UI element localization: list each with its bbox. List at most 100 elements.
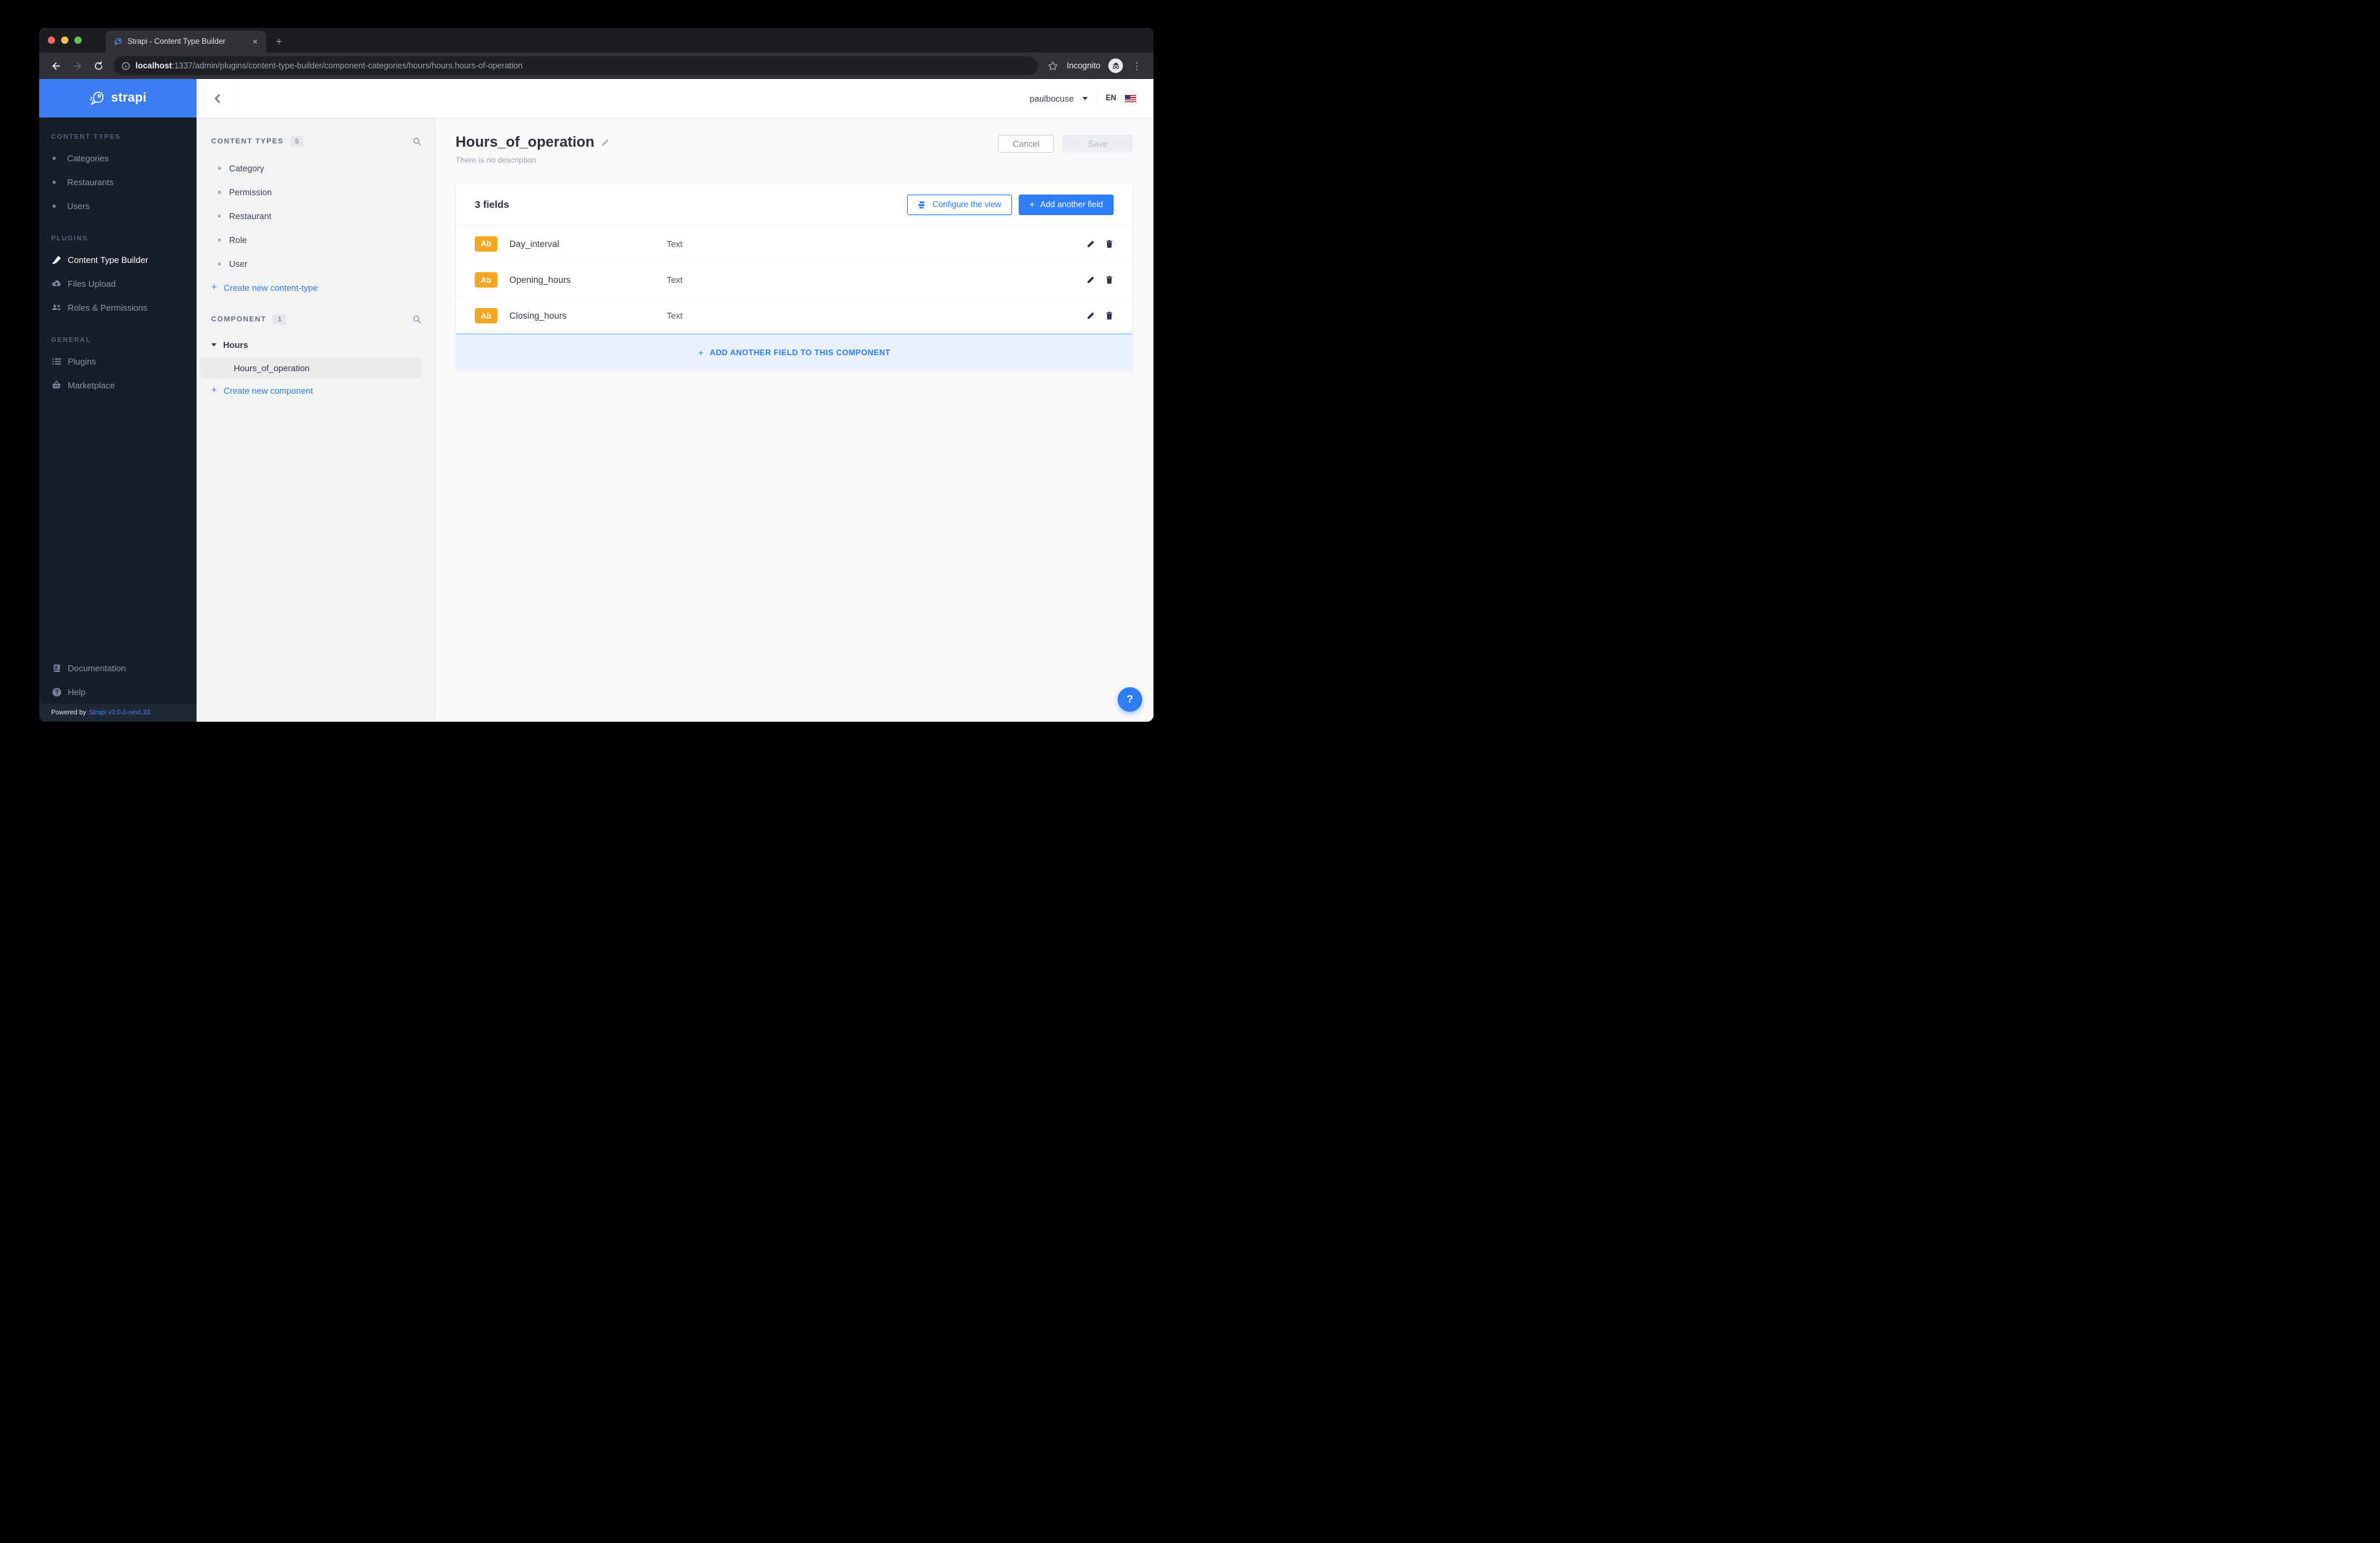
edit-pencil-icon[interactable] <box>1086 276 1095 284</box>
page-description: There is no description <box>456 155 537 165</box>
browser-tab[interactable]: Strapi - Content Type Builder × <box>106 31 266 52</box>
component-header: COMPONENT 1 <box>197 314 435 325</box>
builder-sidebar: CONTENT TYPES 5 Category Permission Rest… <box>197 118 436 722</box>
component-item-hours-of-operation[interactable]: Hours_of_operation <box>201 358 422 378</box>
tab-title: Strapi - Content Type Builder <box>128 37 226 46</box>
url-host: localhost <box>135 61 172 70</box>
content-type-role[interactable]: Role <box>197 228 435 252</box>
help-fab-button[interactable]: ? <box>1118 687 1142 712</box>
row-actions <box>1086 240 1114 248</box>
users-icon <box>51 302 62 313</box>
page-title: Hours_of_operation <box>456 133 595 150</box>
app-back-button[interactable] <box>197 79 239 118</box>
bullet-icon <box>218 190 221 194</box>
forward-icon[interactable] <box>68 57 86 74</box>
search-icon[interactable] <box>412 137 422 146</box>
bookmark-star-icon[interactable] <box>1047 60 1059 72</box>
question-circle-icon <box>51 687 62 697</box>
content-type-permission[interactable]: Permission <box>197 180 435 204</box>
locale-switcher[interactable]: EN <box>1106 94 1116 102</box>
sidebar-item-roles-permissions[interactable]: Roles & Permissions <box>39 295 197 319</box>
content-type-user[interactable]: User <box>197 252 435 276</box>
delete-trash-icon[interactable] <box>1105 276 1114 284</box>
us-flag-icon[interactable] <box>1125 94 1136 102</box>
toolbar-right: Incognito ⋮ <box>1047 58 1146 73</box>
field-row-day-interval[interactable]: Ab Day_interval Text <box>456 226 1132 262</box>
url-text: localhost:1337/admin/plugins/content-typ… <box>135 61 523 70</box>
browser-toolbar: localhost:1337/admin/plugins/content-typ… <box>39 52 1153 79</box>
page-actions: Cancel Save <box>997 135 1133 153</box>
field-row-opening-hours[interactable]: Ab Opening_hours Text <box>456 262 1132 297</box>
bullet-icon <box>218 214 221 218</box>
fields-card-actions: Configure the view + Add another field <box>907 194 1114 215</box>
configure-view-button[interactable]: Configure the view <box>907 194 1012 215</box>
site-info-icon[interactable] <box>122 62 130 70</box>
incognito-label: Incognito <box>1066 61 1100 70</box>
reload-icon[interactable] <box>90 57 107 74</box>
fields-card: 3 fields Configure the view + Add anothe… <box>456 183 1133 370</box>
tab-close-icon[interactable]: × <box>250 36 260 47</box>
browser-window: Strapi - Content Type Builder × + localh… <box>39 28 1153 722</box>
back-icon[interactable] <box>47 57 64 74</box>
section-content-types: CONTENT TYPES <box>51 133 121 141</box>
save-button[interactable]: Save <box>1062 135 1133 153</box>
sidebar-item-restaurants[interactable]: Restaurants <box>39 170 197 194</box>
edit-title-pencil-icon[interactable] <box>601 138 610 147</box>
text-type-badge: Ab <box>475 272 497 287</box>
sidebar-item-help[interactable]: Help <box>39 680 197 704</box>
component-group-hours[interactable]: Hours <box>197 333 435 357</box>
bullet-icon <box>52 204 56 208</box>
layout-bars-icon <box>918 201 926 209</box>
sidebar-item-users[interactable]: Users <box>39 194 197 218</box>
content-type-restaurant[interactable]: Restaurant <box>197 204 435 228</box>
sidebar-item-documentation[interactable]: Documentation <box>39 656 197 680</box>
sidebar-item-marketplace[interactable]: Marketplace <box>39 373 197 397</box>
add-another-field-button[interactable]: + Add another field <box>1018 194 1114 215</box>
address-bar[interactable]: localhost:1337/admin/plugins/content-typ… <box>114 56 1039 75</box>
plus-icon: + <box>1029 199 1035 210</box>
text-type-badge: Ab <box>475 308 497 323</box>
plus-icon: + <box>698 347 704 358</box>
create-content-type-link[interactable]: + Create new content-type <box>197 276 435 299</box>
new-tab-button[interactable]: + <box>266 35 292 52</box>
content-types-count-badge: 5 <box>290 136 304 147</box>
delete-trash-icon[interactable] <box>1105 240 1114 248</box>
bullet-icon <box>218 238 221 242</box>
create-component-link[interactable]: + Create new component <box>197 378 435 402</box>
sidebar-item-files-upload[interactable]: Files Upload <box>39 272 197 295</box>
content-types-header: CONTENT TYPES 5 <box>197 136 435 147</box>
zoom-window-button[interactable] <box>74 37 82 44</box>
url-path: :1337/admin/plugins/content-type-builder… <box>171 61 523 70</box>
right-column: paulbocuse EN CONTENT TYPES 5 Category P… <box>197 79 1153 722</box>
field-row-closing-hours[interactable]: Ab Closing_hours Text <box>456 297 1132 333</box>
edit-pencil-icon[interactable] <box>1086 240 1095 248</box>
field-type: Text <box>667 311 683 321</box>
field-type: Text <box>667 238 683 249</box>
user-menu[interactable]: paulbocuse <box>1030 94 1074 104</box>
logo-wordmark: strapi <box>111 91 147 105</box>
sidebar-item-categories[interactable]: Categories <box>39 146 197 170</box>
browser-menu-icon[interactable]: ⋮ <box>1131 60 1143 72</box>
content-row: CONTENT TYPES 5 Category Permission Rest… <box>197 118 1153 722</box>
add-field-to-component-button[interactable]: + ADD ANOTHER FIELD TO THIS COMPONENT <box>456 333 1132 370</box>
field-type: Text <box>667 275 683 285</box>
field-name: Closing_hours <box>509 311 567 321</box>
paintbrush-icon <box>51 254 62 265</box>
sidebar-item-plugins[interactable]: Plugins <box>39 349 197 373</box>
edit-pencil-icon[interactable] <box>1086 311 1095 320</box>
section-plugins: PLUGINS <box>51 235 88 242</box>
delete-trash-icon[interactable] <box>1105 311 1114 320</box>
tab-favicon-rocket-icon <box>114 37 122 46</box>
window-controls <box>39 28 91 52</box>
strapi-version-link[interactable]: Strapi v3.0.0-next.33 <box>89 709 150 716</box>
close-window-button[interactable] <box>48 37 55 44</box>
sidebar-item-content-type-builder[interactable]: Content Type Builder <box>39 248 197 272</box>
search-icon[interactable] <box>412 315 422 324</box>
fields-count: 3 fields <box>475 199 509 210</box>
content-type-category[interactable]: Category <box>197 156 435 180</box>
chevron-down-icon[interactable] <box>1082 96 1088 100</box>
cancel-button[interactable]: Cancel <box>997 135 1055 153</box>
minimize-window-button[interactable] <box>61 37 68 44</box>
strapi-logo[interactable]: strapi <box>39 79 197 118</box>
question-icon: ? <box>1126 693 1134 705</box>
